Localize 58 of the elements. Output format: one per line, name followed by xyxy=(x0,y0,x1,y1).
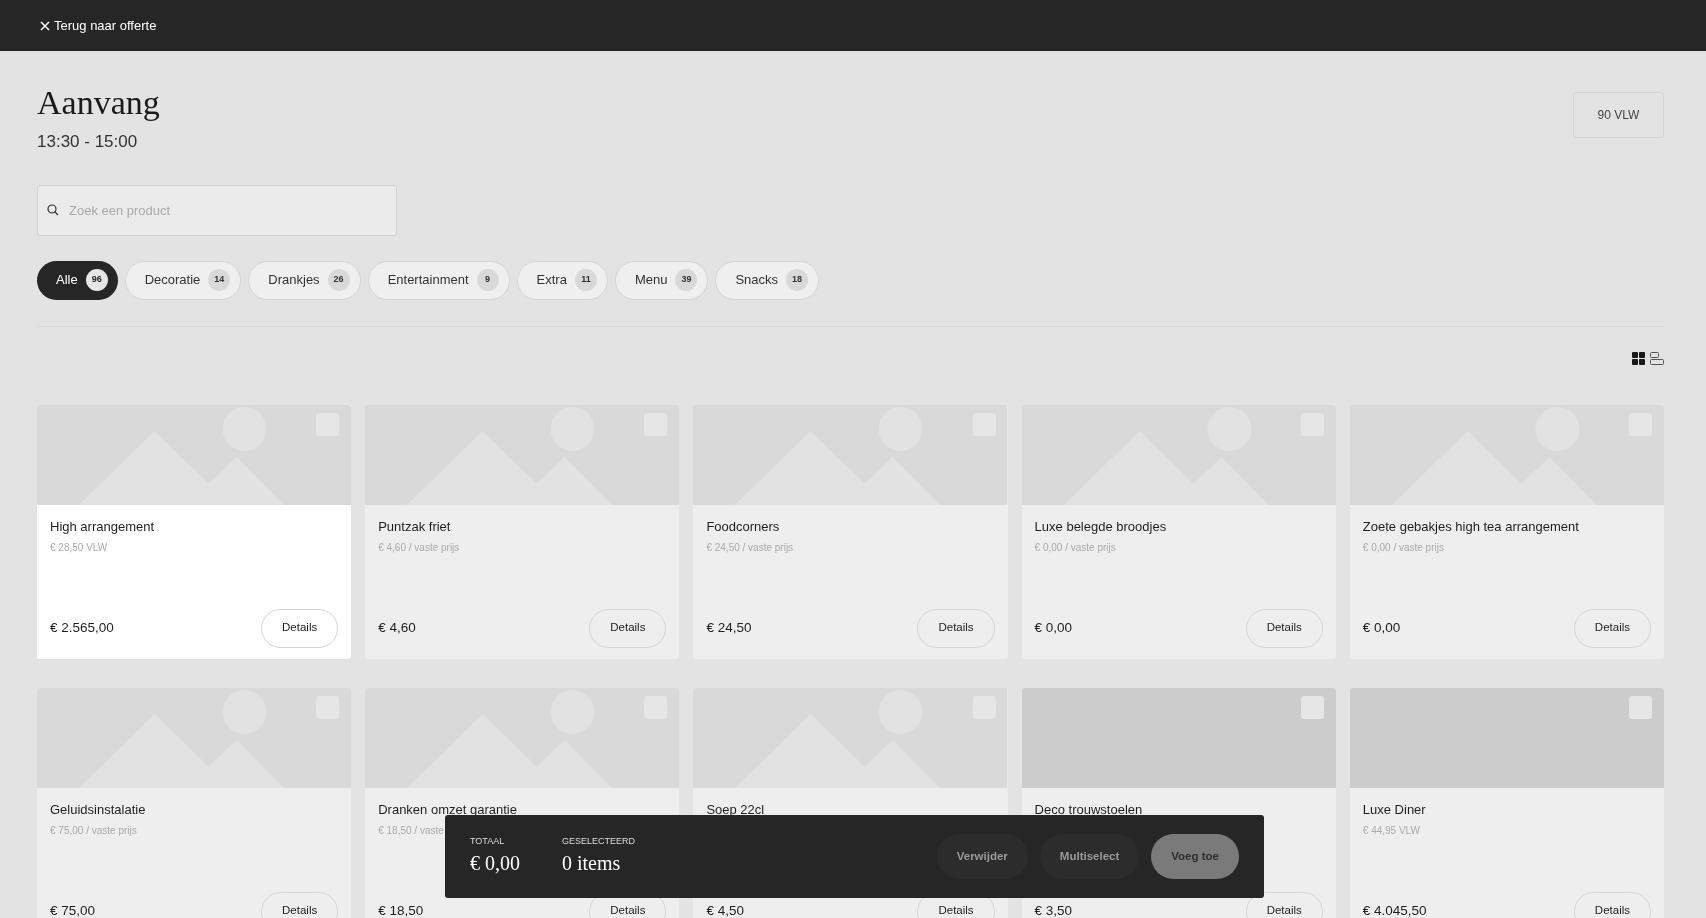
product-name: High arrangement xyxy=(50,517,155,536)
search-icon xyxy=(47,203,59,216)
product-unit-price: € 0,00 / vaste prijs xyxy=(1362,540,1445,555)
product-price: € 2.565,00 xyxy=(50,618,114,637)
product-price: € 4,60 xyxy=(378,618,416,637)
product-name: Luxe belegde broodjes xyxy=(1034,517,1167,536)
product-card[interactable]: Zoete gebakjes high tea arrangement € 0,00 / vaste prijs € 0,00 Details xyxy=(1349,404,1664,659)
total-value: € 0,00 xyxy=(470,851,520,877)
time-range: 13:30 - 15:00 xyxy=(37,131,139,153)
product-name: Foodcorners xyxy=(706,517,780,536)
product-name: Puntzak friet xyxy=(378,517,451,536)
product-price: € 24,50 xyxy=(706,618,752,637)
page-title: Aanvang xyxy=(37,83,160,123)
product-price: € 4,50 xyxy=(706,901,744,918)
product-unit-price: € 18,50 / vaste xyxy=(378,823,445,838)
product-card[interactable]: Luxe Diner € 44,95 VLW € 4.045,50 Details xyxy=(1349,687,1664,918)
category-chip[interactable]: Decoratie 14 xyxy=(124,260,242,300)
back-link[interactable]: Terug naar offerte xyxy=(40,15,157,36)
category-chip[interactable]: Entertainment 9 xyxy=(367,260,510,300)
product-unit-price: € 75,00 / vaste prijs xyxy=(50,823,138,838)
product-price: € 0,00 xyxy=(1362,618,1401,637)
list-view-icon[interactable] xyxy=(1650,351,1664,365)
grid-view-icon[interactable] xyxy=(1632,351,1645,365)
close-icon xyxy=(40,20,50,31)
product-unit-price: € 4,60 / vaste prijs xyxy=(378,540,461,555)
product-unit-price: € 0,00 / vaste prijs xyxy=(1034,540,1117,555)
category-chip[interactable]: Menu 39 xyxy=(614,260,709,300)
product-name: Deco trouwstoelen xyxy=(1034,800,1143,819)
product-card[interactable]: Geluidsinstalatie € 75,00 / vaste prijs € 75,00 Details xyxy=(37,687,352,918)
search-field[interactable]: Zoek een product xyxy=(37,184,397,236)
product-unit-price: € 44,95 VLW xyxy=(1362,823,1421,838)
product-unit-price: € 28,50 VLW xyxy=(50,540,109,555)
selected-label: GESELECTEERD xyxy=(562,834,636,848)
product-card[interactable]: Puntzak friet € 4,60 / vaste prijs € 4,60 Details xyxy=(365,404,680,659)
select-checkbox[interactable] xyxy=(1629,695,1652,719)
action-button[interactable]: Verwijder xyxy=(936,834,1028,879)
product-price: € 18,50 xyxy=(378,901,424,918)
category-chip[interactable]: Snacks 18 xyxy=(715,260,820,300)
action-button[interactable]: Multiselect xyxy=(1039,834,1140,879)
selected-count: 0 items xyxy=(562,851,622,877)
product-price: € 3,50 xyxy=(1034,901,1073,918)
product-card[interactable]: Foodcorners € 24,50 / vaste prijs € 24,50 Details xyxy=(693,404,1008,659)
category-chip[interactable]: Extra 11 xyxy=(516,260,608,300)
total-label: TOTAAL xyxy=(470,834,506,848)
product-name: Zoete gebakjes high tea arrangement xyxy=(1362,517,1579,536)
product-unit-price: € 24,50 / vaste prijs xyxy=(706,540,795,555)
product-name: Geluidsinstalatie xyxy=(50,800,146,819)
product-card[interactable]: Luxe belegde broodjes € 0,00 / vaste prijs € 0,00 Details xyxy=(1021,404,1336,659)
product-name: Soep 22cl xyxy=(706,800,765,819)
product-price: € 0,00 xyxy=(1034,618,1073,637)
product-price: € 4.045,50 xyxy=(1362,901,1427,918)
product-card[interactable]: High arrangement € 28,50 VLW € 2.565,00 Details xyxy=(37,404,352,659)
product-price: € 75,00 xyxy=(50,901,96,918)
category-chip[interactable]: Alle 96 xyxy=(37,260,118,300)
guest-count-box: 90 VLW xyxy=(1573,92,1664,138)
product-name: Dranken omzet garantie xyxy=(378,800,517,819)
product-name: Luxe Diner xyxy=(1362,800,1426,819)
category-chip[interactable]: Drankjes 26 xyxy=(248,260,361,300)
